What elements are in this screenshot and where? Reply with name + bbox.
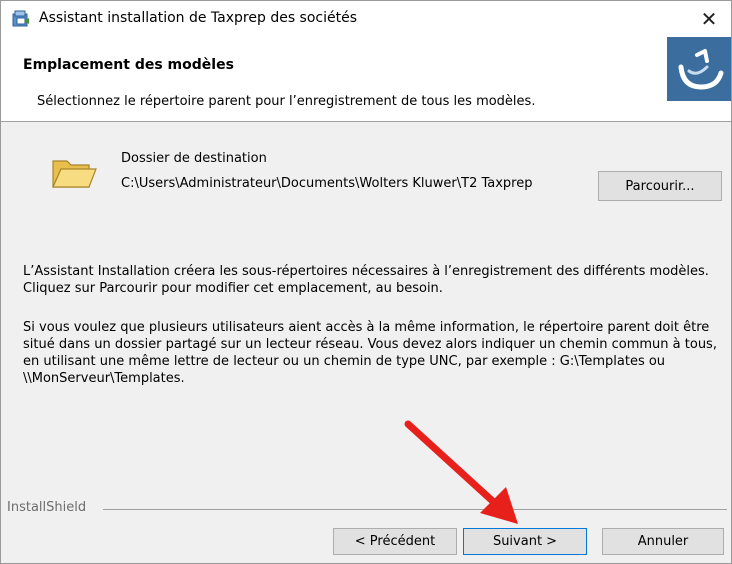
browse-button[interactable]: Parcourir...	[598, 171, 722, 201]
close-icon: ✕	[700, 7, 718, 31]
cancel-button[interactable]: Annuler	[602, 528, 724, 555]
info-paragraph-2: Si vous voulez que plusieurs utilisateur…	[23, 320, 717, 386]
destination-label: Dossier de destination	[121, 151, 267, 166]
installer-icon	[12, 10, 29, 27]
previous-button[interactable]: < Précédent	[333, 528, 457, 555]
close-button[interactable]: ✕	[687, 1, 731, 37]
footer-divider	[103, 509, 727, 510]
page-title: Emplacement des modèles	[23, 57, 234, 73]
next-button[interactable]: Suivant >	[463, 528, 587, 555]
installshield-brand: InstallShield	[7, 500, 87, 515]
folder-icon	[52, 160, 97, 188]
wizard-header: Emplacement des modèles Sélectionnez le …	[1, 37, 731, 122]
page-subtitle: Sélectionnez le répertoire parent pour l…	[37, 94, 536, 109]
title-bar: Assistant installation de Taxprep des so…	[1, 1, 731, 37]
installer-window: Assistant installation de Taxprep des so…	[0, 0, 732, 564]
installshield-logo	[667, 37, 731, 101]
info-paragraph-1: L’Assistant Installation créera les sous…	[23, 264, 709, 296]
window-title: Assistant installation de Taxprep des so…	[39, 10, 358, 26]
destination-path: C:\Users\Administrateur\Documents\Wolter…	[121, 176, 533, 191]
